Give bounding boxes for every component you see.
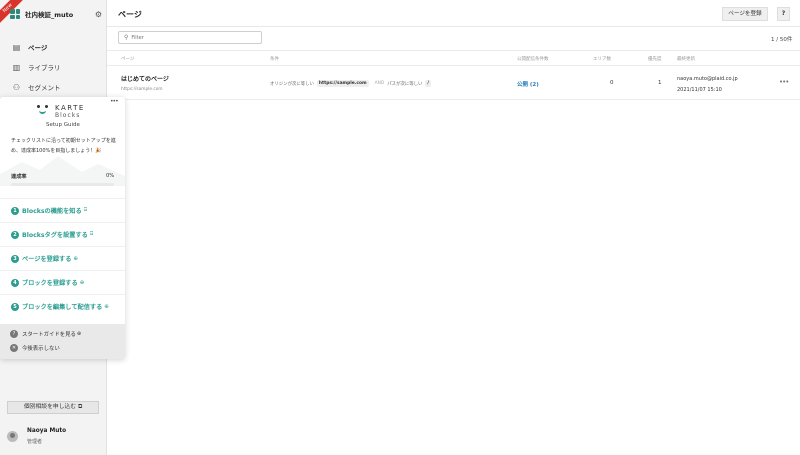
main-content: ページ ページを登録 ? ⚲ 1 / 50件 ページ 条件 公開配信条件数 エリ… bbox=[107, 0, 800, 455]
project-logo-icon bbox=[10, 9, 20, 19]
setup-guide-panel: ••• KARTE Blocks Setup Guide チェックリストに沿って… bbox=[0, 97, 125, 359]
sidebar-item-page[interactable]: ▤ ページ bbox=[0, 37, 106, 57]
external-doc-icon: ⍈ bbox=[89, 231, 94, 237]
guide-book-icon: ? bbox=[10, 330, 18, 338]
library-icon: ▥ bbox=[12, 62, 21, 72]
start-guide-label: スタートガイドを見る bbox=[22, 332, 76, 338]
close-circle-icon: ✕ bbox=[10, 344, 18, 352]
step-label: ブロックを編集して配信する bbox=[22, 304, 103, 311]
column-priority[interactable]: 優先度 bbox=[648, 56, 662, 62]
karte-blocks-logo: KARTE Blocks bbox=[36, 104, 85, 120]
step-label: ページを登録する bbox=[22, 256, 72, 263]
register-page-button[interactable]: ページを登録 bbox=[722, 7, 768, 21]
help-button[interactable]: ? bbox=[777, 7, 790, 21]
user-profile[interactable]: Naoya Muto 管理者 bbox=[7, 428, 66, 445]
column-condition[interactable]: 条件 bbox=[270, 56, 279, 62]
area-count: 0 bbox=[610, 80, 614, 86]
external-link-icon: ⧉ bbox=[77, 404, 83, 410]
page-name[interactable]: はじめてのページ bbox=[121, 74, 169, 83]
step-number-icon: 2 bbox=[11, 230, 19, 239]
page-url: https://sample.com bbox=[121, 87, 163, 92]
consult-label: 個別相談を申し込む bbox=[23, 404, 77, 410]
step-number-icon: 4 bbox=[11, 278, 19, 287]
project-switcher[interactable]: 社内検証_muto ⚙ bbox=[10, 8, 102, 20]
sidebar-nav: ▤ ページ ▥ ライブラリ ⚇ セグメント bbox=[0, 37, 106, 97]
progress-value: 0% bbox=[106, 173, 115, 179]
guide-subtitle: Setup Guide bbox=[46, 122, 80, 128]
arrow-circle-icon: ⊕ bbox=[79, 279, 85, 286]
guide-footer: ? スタートガイドを見る ⊕ ✕ 今後表示しない bbox=[0, 324, 125, 359]
table-header: ページ 条件 公開配信条件数 エリア数 優先度 最終更新 bbox=[107, 50, 800, 66]
brand-karte: KARTE bbox=[55, 104, 85, 112]
header: ページ ページを登録 ? bbox=[107, 0, 800, 27]
guide-step-1[interactable]: 1 Blocksの機能を知る ⍈ bbox=[0, 198, 125, 222]
step-label: Blocksの機能を知る bbox=[22, 208, 82, 215]
arrow-circle-icon: ⊕ bbox=[73, 255, 78, 262]
guide-step-2[interactable]: 2 Blocksタグを設置する ⍈ bbox=[0, 222, 125, 246]
gear-icon[interactable]: ⚙ bbox=[95, 10, 102, 19]
karte-logo-icon bbox=[36, 104, 49, 117]
publish-status-link[interactable]: 公開 (2) bbox=[517, 80, 539, 88]
progress-bar bbox=[11, 183, 114, 186]
last-updated: naoya.muto@plaid.co.jp 2021/11/07 15:10 bbox=[677, 74, 738, 96]
sidebar-item-label: ライブラリ bbox=[28, 64, 61, 72]
hide-guide-label: 今後表示しない bbox=[22, 346, 60, 352]
project-name: 社内検証_muto bbox=[25, 11, 74, 19]
arrow-circle-icon: ⊕ bbox=[104, 303, 109, 310]
mountain-illustration bbox=[0, 156, 125, 186]
user-role: 管理者 bbox=[27, 439, 43, 445]
segment-icon: ⚇ bbox=[12, 82, 21, 92]
view-start-guide-button[interactable]: ? スタートガイドを見る ⊕ bbox=[10, 330, 81, 338]
hide-guide-button[interactable]: ✕ 今後表示しない bbox=[10, 344, 60, 352]
table-row[interactable]: はじめてのページ https://sample.com オリジンが次に等しい h… bbox=[107, 66, 800, 100]
step-number-icon: 1 bbox=[11, 206, 19, 215]
sidebar-item-label: セグメント bbox=[28, 84, 61, 92]
search-icon: ⚲ bbox=[124, 34, 129, 41]
step-label: ブロックを登録する bbox=[22, 280, 78, 287]
priority-value: 1 bbox=[658, 80, 662, 86]
condition-path-label: パスが次に等しい bbox=[387, 81, 423, 87]
guide-steps: 1 Blocksの機能を知る ⍈ 2 Blocksタグを設置する ⍈ 3 ページ… bbox=[0, 198, 125, 318]
condition-origin-value: https://sample.com bbox=[316, 80, 369, 87]
guide-step-4[interactable]: 4 ブロックを登録する ⊕ bbox=[0, 270, 125, 294]
column-publish[interactable]: 公開配信条件数 bbox=[517, 56, 549, 62]
sidebar-item-library[interactable]: ▥ ライブラリ bbox=[0, 57, 106, 77]
external-doc-icon: ⍈ bbox=[83, 207, 87, 213]
updated-by: naoya.muto@plaid.co.jp bbox=[677, 76, 738, 82]
consult-button[interactable]: 個別相談を申し込む ⧉ bbox=[7, 401, 99, 414]
page-title: ページ bbox=[118, 10, 142, 19]
condition-and: AND bbox=[374, 81, 385, 86]
step-number-icon: 3 bbox=[11, 254, 19, 263]
progress-label: 達成率 bbox=[11, 174, 27, 180]
filter-field[interactable]: ⚲ bbox=[118, 31, 262, 44]
brand-blocks: Blocks bbox=[55, 112, 81, 119]
user-name: Naoya Muto bbox=[27, 428, 67, 434]
page-condition: オリジンが次に等しい https://sample.com AND パスが次に等… bbox=[270, 80, 434, 87]
guide-step-3[interactable]: 3 ページを登録する ⊕ bbox=[0, 246, 125, 270]
guide-step-5[interactable]: 5 ブロックを編集して配信する ⊕ bbox=[0, 294, 125, 318]
sidebar-item-label: ページ bbox=[28, 44, 48, 52]
row-menu-icon[interactable]: ••• bbox=[779, 78, 789, 86]
column-updated[interactable]: 最終更新 bbox=[677, 56, 695, 62]
step-number-icon: 5 bbox=[11, 302, 19, 311]
step-label: Blocksタグを設置する bbox=[22, 232, 88, 239]
page-icon: ▤ bbox=[12, 42, 21, 52]
updated-at: 2021/11/07 15:10 bbox=[677, 87, 722, 93]
pagination-count: 1 / 50件 bbox=[771, 37, 793, 43]
condition-path-value: / bbox=[425, 80, 432, 87]
guide-minimize-icon[interactable]: ••• bbox=[110, 98, 119, 105]
filter-input[interactable] bbox=[131, 34, 252, 41]
column-areas[interactable]: エリア数 bbox=[593, 56, 611, 62]
condition-origin-label: オリジンが次に等しい bbox=[270, 81, 314, 87]
avatar bbox=[7, 431, 18, 442]
arrow-circle-icon: ⊕ bbox=[76, 331, 82, 337]
sidebar-item-segment[interactable]: ⚇ セグメント bbox=[0, 77, 106, 97]
column-page[interactable]: ページ bbox=[121, 56, 134, 62]
